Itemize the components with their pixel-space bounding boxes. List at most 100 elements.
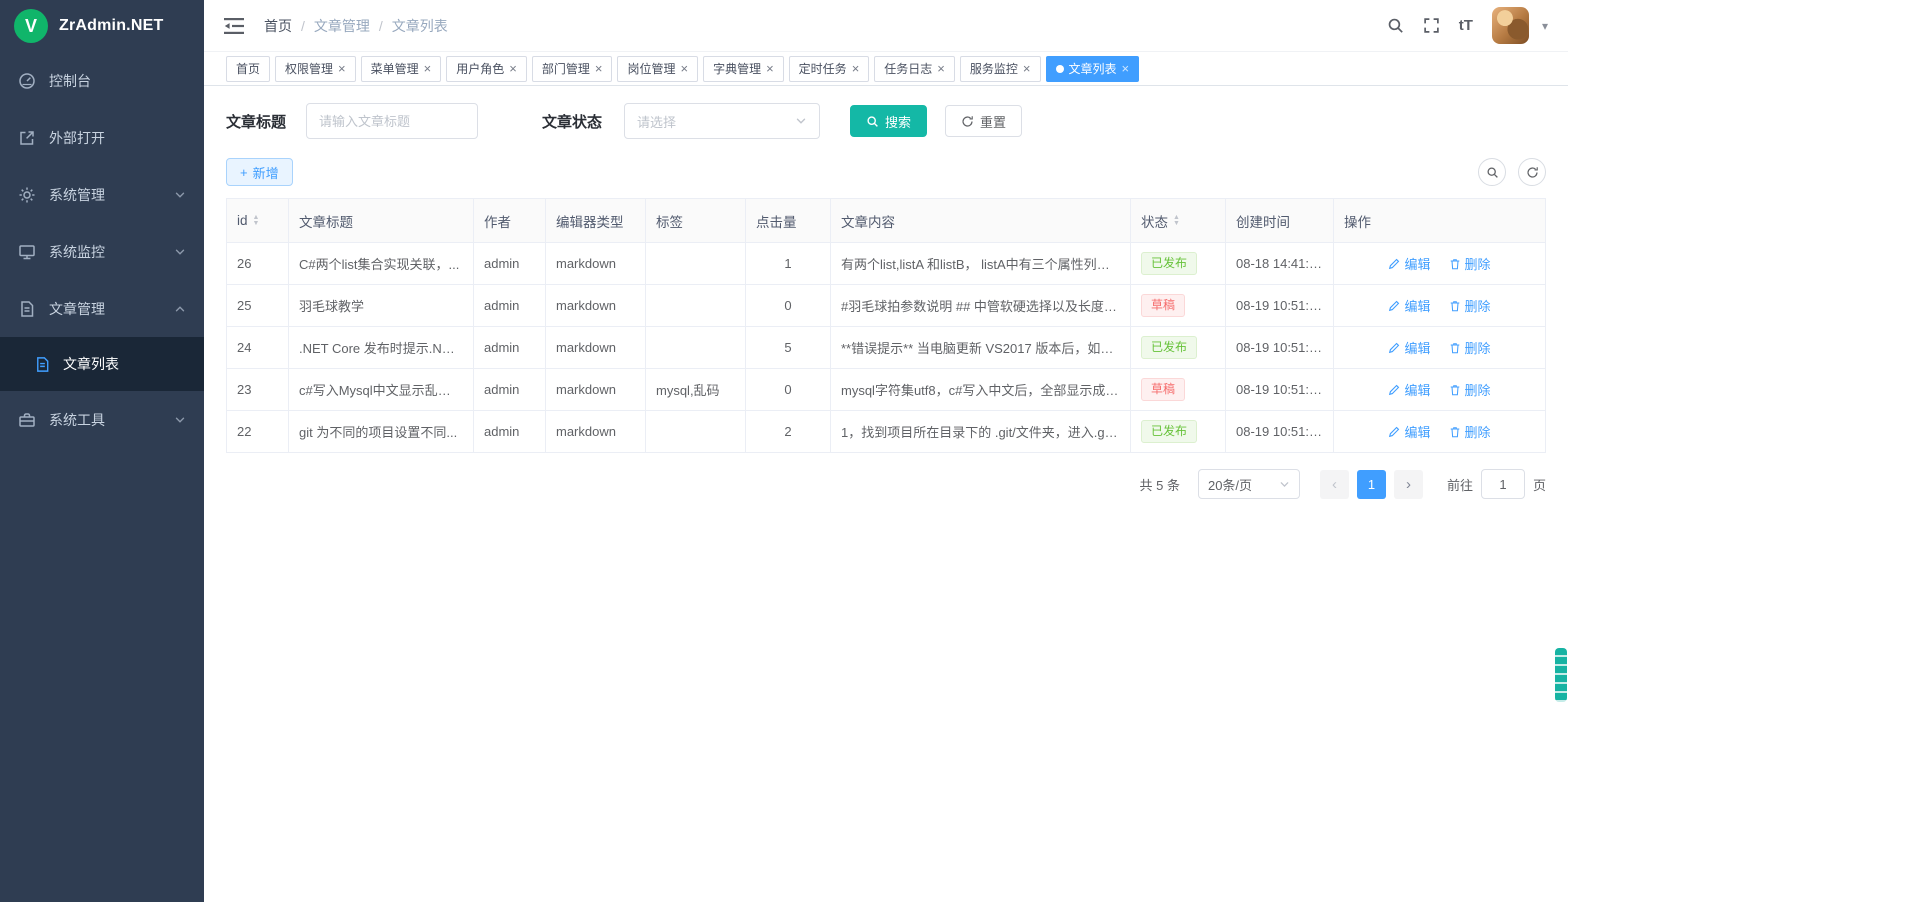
tab-permission-management[interactable]: 权限管理 × — [275, 56, 356, 82]
close-icon[interactable]: × — [680, 62, 688, 75]
sidebar-collapse-icon[interactable] — [220, 13, 248, 39]
pencil-icon — [1388, 384, 1400, 396]
edit-button[interactable]: 编辑 — [1388, 422, 1430, 441]
delete-button[interactable]: 删除 — [1449, 422, 1491, 441]
app-logo[interactable]: V ZrAdmin.NET — [0, 0, 204, 52]
next-page-button[interactable]: › — [1394, 470, 1423, 499]
close-icon[interactable]: × — [424, 62, 432, 75]
sidebar-item-external-open[interactable]: 外部打开 — [0, 109, 204, 166]
trash-icon — [1449, 342, 1461, 354]
document-icon — [18, 300, 36, 318]
table-row: 22 git 为不同的项目设置不同... admin markdown 2 1，… — [227, 411, 1546, 453]
user-menu-caret-icon[interactable]: ▾ — [1542, 19, 1548, 33]
user-avatar[interactable] — [1492, 7, 1529, 44]
edit-button[interactable]: 编辑 — [1388, 254, 1430, 273]
trash-icon — [1449, 426, 1461, 438]
refresh-button[interactable] — [1518, 158, 1546, 186]
reset-button[interactable]: 重置 — [945, 105, 1022, 137]
tab-post-management[interactable]: 岗位管理 × — [617, 56, 698, 82]
delete-button[interactable]: 删除 — [1449, 296, 1491, 315]
sidebar-item-label: 外部打开 — [49, 128, 105, 148]
fullscreen-icon[interactable] — [1423, 17, 1440, 34]
active-tab-dot — [1056, 65, 1064, 73]
logo-icon: V — [14, 9, 48, 43]
sidebar-menu: 控制台 外部打开 系统管理 系 — [0, 52, 204, 448]
articles-table: id ▲ ▼ 文章标题 作者 编辑器类型 标签 点击量 文章 — [226, 198, 1546, 453]
status-badge: 已发布 — [1141, 252, 1197, 276]
close-icon[interactable]: × — [1023, 62, 1031, 75]
edit-button[interactable]: 编辑 — [1388, 338, 1430, 357]
tab-home[interactable]: 首页 — [226, 56, 270, 82]
close-icon[interactable]: × — [937, 62, 945, 75]
tab-department-management[interactable]: 部门管理 × — [532, 56, 613, 82]
navbar-actions: tT ▾ — [1387, 7, 1548, 44]
tab-menu-management[interactable]: 菜单管理 × — [361, 56, 442, 82]
pencil-icon — [1388, 426, 1400, 438]
trash-icon — [1449, 300, 1461, 312]
close-icon[interactable]: × — [509, 62, 517, 75]
status-badge: 已发布 — [1141, 420, 1197, 444]
article-title-input[interactable] — [306, 103, 478, 139]
tab-label: 任务日志 — [884, 60, 932, 77]
total-count: 共 5 条 — [1140, 475, 1180, 494]
tab-label: 定时任务 — [799, 60, 847, 77]
tab-label: 岗位管理 — [627, 60, 675, 77]
tab-article-list[interactable]: 文章列表 × — [1046, 56, 1140, 82]
pencil-icon — [1388, 300, 1400, 312]
toggle-search-button[interactable] — [1478, 158, 1506, 186]
tab-user-role[interactable]: 用户角色 × — [446, 56, 527, 82]
tab-label: 服务监控 — [970, 60, 1018, 77]
tab-label: 文章列表 — [1069, 60, 1117, 77]
chevron-up-icon — [174, 303, 186, 315]
chevron-down-icon — [174, 189, 186, 201]
sort-carets[interactable]: ▲ ▼ — [253, 215, 260, 227]
search-button[interactable]: 搜索 — [850, 105, 927, 137]
close-icon[interactable]: × — [852, 62, 860, 75]
delete-button[interactable]: 删除 — [1449, 380, 1491, 399]
tab-label: 首页 — [236, 60, 260, 77]
tab-label: 菜单管理 — [371, 60, 419, 77]
scrollbar-thumb[interactable] — [1555, 648, 1567, 702]
delete-button[interactable]: 删除 — [1449, 254, 1491, 273]
search-icon[interactable] — [1387, 17, 1404, 34]
sidebar-item-article-list[interactable]: 文章列表 — [0, 337, 204, 391]
close-icon[interactable]: × — [766, 62, 774, 75]
prev-page-button[interactable]: ‹ — [1320, 470, 1349, 499]
status-badge: 草稿 — [1141, 294, 1185, 318]
tab-dict-management[interactable]: 字典管理 × — [703, 56, 784, 82]
tab-label: 权限管理 — [285, 60, 333, 77]
tab-scheduled-task[interactable]: 定时任务 × — [789, 56, 870, 82]
select-placeholder: 请选择 — [637, 112, 676, 131]
edit-button[interactable]: 编辑 — [1388, 296, 1430, 315]
sort-carets[interactable]: ▲ ▼ — [1173, 215, 1180, 227]
sidebar-item-system-management[interactable]: 系统管理 — [0, 166, 204, 223]
font-size-icon[interactable]: tT — [1459, 17, 1473, 34]
tab-service-monitor[interactable]: 服务监控 × — [960, 56, 1041, 82]
close-icon[interactable]: × — [338, 62, 346, 75]
trash-icon — [1449, 384, 1461, 396]
pencil-icon — [1388, 342, 1400, 354]
close-icon[interactable]: × — [1122, 62, 1130, 75]
sidebar-item-dashboard[interactable]: 控制台 — [0, 52, 204, 109]
tab-task-log[interactable]: 任务日志 × — [874, 56, 955, 82]
breadcrumb-item-home[interactable]: 首页 — [264, 16, 292, 36]
goto-page-input[interactable] — [1481, 469, 1525, 499]
search-icon — [1486, 166, 1499, 179]
delete-button[interactable]: 删除 — [1449, 338, 1491, 357]
col-header-editor-type: 编辑器类型 — [546, 199, 646, 243]
page-number-button[interactable]: 1 — [1357, 470, 1386, 499]
close-icon[interactable]: × — [595, 62, 603, 75]
table-row: 23 c#写入Mysql中文显示乱码 ... admin markdown my… — [227, 369, 1546, 411]
sidebar-item-system-tools[interactable]: 系统工具 — [0, 391, 204, 448]
sidebar-item-article-management[interactable]: 文章管理 — [0, 280, 204, 337]
edit-button[interactable]: 编辑 — [1388, 380, 1430, 399]
app-root: V ZrAdmin.NET 控制台 外部打开 系统管理 — [0, 0, 1568, 902]
page-size-select[interactable]: 20条/页 — [1198, 469, 1300, 499]
breadcrumb-separator: / — [379, 18, 383, 34]
sidebar-item-system-monitor[interactable]: 系统监控 — [0, 223, 204, 280]
article-status-select[interactable]: 请选择 — [624, 103, 820, 139]
trash-icon — [1449, 258, 1461, 270]
add-button[interactable]: + 新增 — [226, 158, 293, 186]
breadcrumb-item-article-management[interactable]: 文章管理 — [314, 16, 370, 36]
pencil-icon — [1388, 258, 1400, 270]
